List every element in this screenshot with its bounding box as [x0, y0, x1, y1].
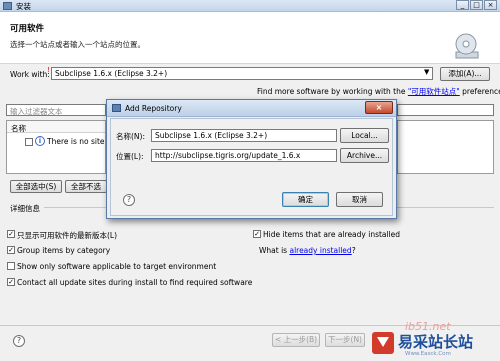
add-site-button[interactable]: 添加(A)...	[440, 67, 490, 81]
details-separator-right	[397, 207, 494, 208]
deselect-all-button[interactable]: 全部不选	[65, 180, 107, 193]
hide-installed-label: Hide items that are already installed	[263, 230, 401, 239]
ok-button[interactable]: 确定	[282, 192, 329, 207]
column-name[interactable]: 名称	[11, 123, 26, 134]
already-installed-link[interactable]: already installed	[289, 246, 351, 255]
archive-button[interactable]: Archive...	[340, 148, 389, 163]
help-icon[interactable]: ?	[13, 335, 25, 347]
watermark-text: 易采站长站	[398, 333, 474, 351]
group-by-category-label: Group items by category	[17, 246, 111, 255]
minimize-button[interactable]: _	[456, 0, 469, 10]
watermark: ib51.net 易采站长站 Www.Easck.Com	[345, 318, 500, 361]
group-by-category-checkbox[interactable]: ✓	[7, 246, 15, 254]
window-titlebar: 安装 _ □ ×	[0, 0, 500, 12]
work-with-value: Subclipse 1.6.x (Eclipse 3.2+)	[55, 69, 168, 78]
show-latest-label: 只显示可用软件的最新版本(L)	[17, 231, 118, 240]
work-with-combo[interactable]: Subclipse 1.6.x (Eclipse 3.2+)	[51, 67, 433, 80]
show-applicable-checkbox[interactable]	[7, 262, 15, 270]
dialog-title: Add Repository	[125, 104, 182, 113]
maximize-button[interactable]: □	[470, 0, 483, 10]
dialog-titlebar: Add Repository ×	[107, 100, 396, 117]
repo-location-label: 位置(L):	[116, 152, 144, 161]
table-row: There is no site s	[47, 137, 111, 146]
software-table[interactable]: 名称 i There is no site s	[6, 120, 111, 174]
work-with-label: Work with:	[10, 70, 50, 79]
window-title: 安装	[16, 2, 31, 11]
page-subtitle: 选择一个站点或者输入一个站点的位置。	[10, 40, 145, 49]
page-title: 可用软件	[10, 24, 45, 34]
more-software-text: Find more software by working with the "…	[257, 87, 500, 96]
cancel-button[interactable]: 取消	[336, 192, 383, 207]
cd-icon	[455, 33, 479, 59]
dialog-body: 名称(N): Subclipse 1.6.x (Eclipse 3.2+) Lo…	[110, 118, 393, 216]
table-header: 名称	[7, 121, 105, 133]
app-icon	[3, 2, 12, 10]
repo-name-label: 名称(N):	[116, 132, 145, 141]
contact-sites-checkbox[interactable]: ✓	[7, 278, 15, 286]
what-is-installed-text: What is already installed?	[259, 246, 356, 255]
watermark-sub: Www.Easck.Com	[405, 351, 451, 357]
close-icon[interactable]: ×	[365, 101, 393, 114]
repo-name-input[interactable]: Subclipse 1.6.x (Eclipse 3.2+)	[151, 129, 337, 142]
table-right-area	[397, 120, 494, 174]
filter-input-right[interactable]	[397, 104, 494, 116]
details-separator	[44, 207, 106, 208]
info-icon: i	[35, 136, 45, 146]
show-latest-checkbox[interactable]: ✓	[7, 230, 15, 238]
row-checkbox[interactable]	[25, 138, 33, 146]
dialog-help-icon[interactable]: ?	[123, 194, 135, 206]
show-applicable-label: Show only software applicable to target …	[17, 262, 217, 271]
wizard-header: 可用软件 选择一个站点或者输入一个站点的位置。	[0, 12, 500, 64]
select-all-button[interactable]: 全部选中(S)	[10, 180, 62, 193]
dialog-icon	[112, 104, 121, 112]
contact-sites-label: Contact all update sites during install …	[17, 278, 253, 287]
available-sites-link[interactable]: "可用软件站点"	[408, 87, 460, 96]
watermark-logo	[372, 332, 394, 354]
local-button[interactable]: Local...	[340, 128, 389, 143]
details-label: 详细信息	[10, 204, 40, 213]
error-marker: !	[47, 66, 50, 74]
back-button[interactable]: < 上一步(B)	[272, 333, 320, 347]
add-repository-dialog: Add Repository × 名称(N): Subclipse 1.6.x …	[106, 99, 397, 219]
chevron-down-icon[interactable]: ▼	[424, 68, 429, 76]
repo-location-input[interactable]: http://subclipse.tigris.org/update_1.6.x	[151, 149, 337, 162]
window-close-button[interactable]: ×	[484, 0, 497, 10]
hide-installed-checkbox[interactable]: ✓	[253, 230, 261, 238]
filter-input[interactable]: 输入过滤器文本	[6, 104, 106, 116]
